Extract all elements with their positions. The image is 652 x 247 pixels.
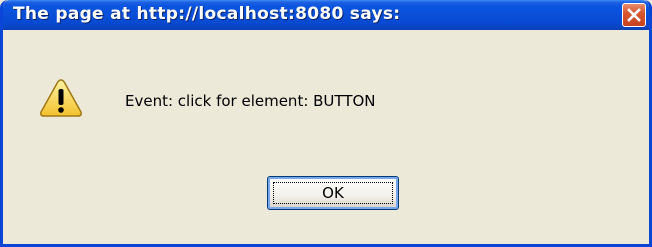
ok-button-label: OK bbox=[322, 184, 344, 202]
dialog-title: The page at http://localhost:8080 says: bbox=[13, 4, 401, 24]
close-button[interactable] bbox=[622, 3, 646, 27]
title-bar[interactable]: The page at http://localhost:8080 says: bbox=[3, 0, 649, 30]
close-icon bbox=[627, 8, 641, 22]
warning-icon bbox=[40, 79, 82, 117]
alert-message: Event: click for element: BUTTON bbox=[125, 92, 376, 110]
ok-button[interactable]: OK bbox=[267, 176, 399, 210]
alert-dialog: The page at http://localhost:8080 says: … bbox=[0, 0, 652, 247]
